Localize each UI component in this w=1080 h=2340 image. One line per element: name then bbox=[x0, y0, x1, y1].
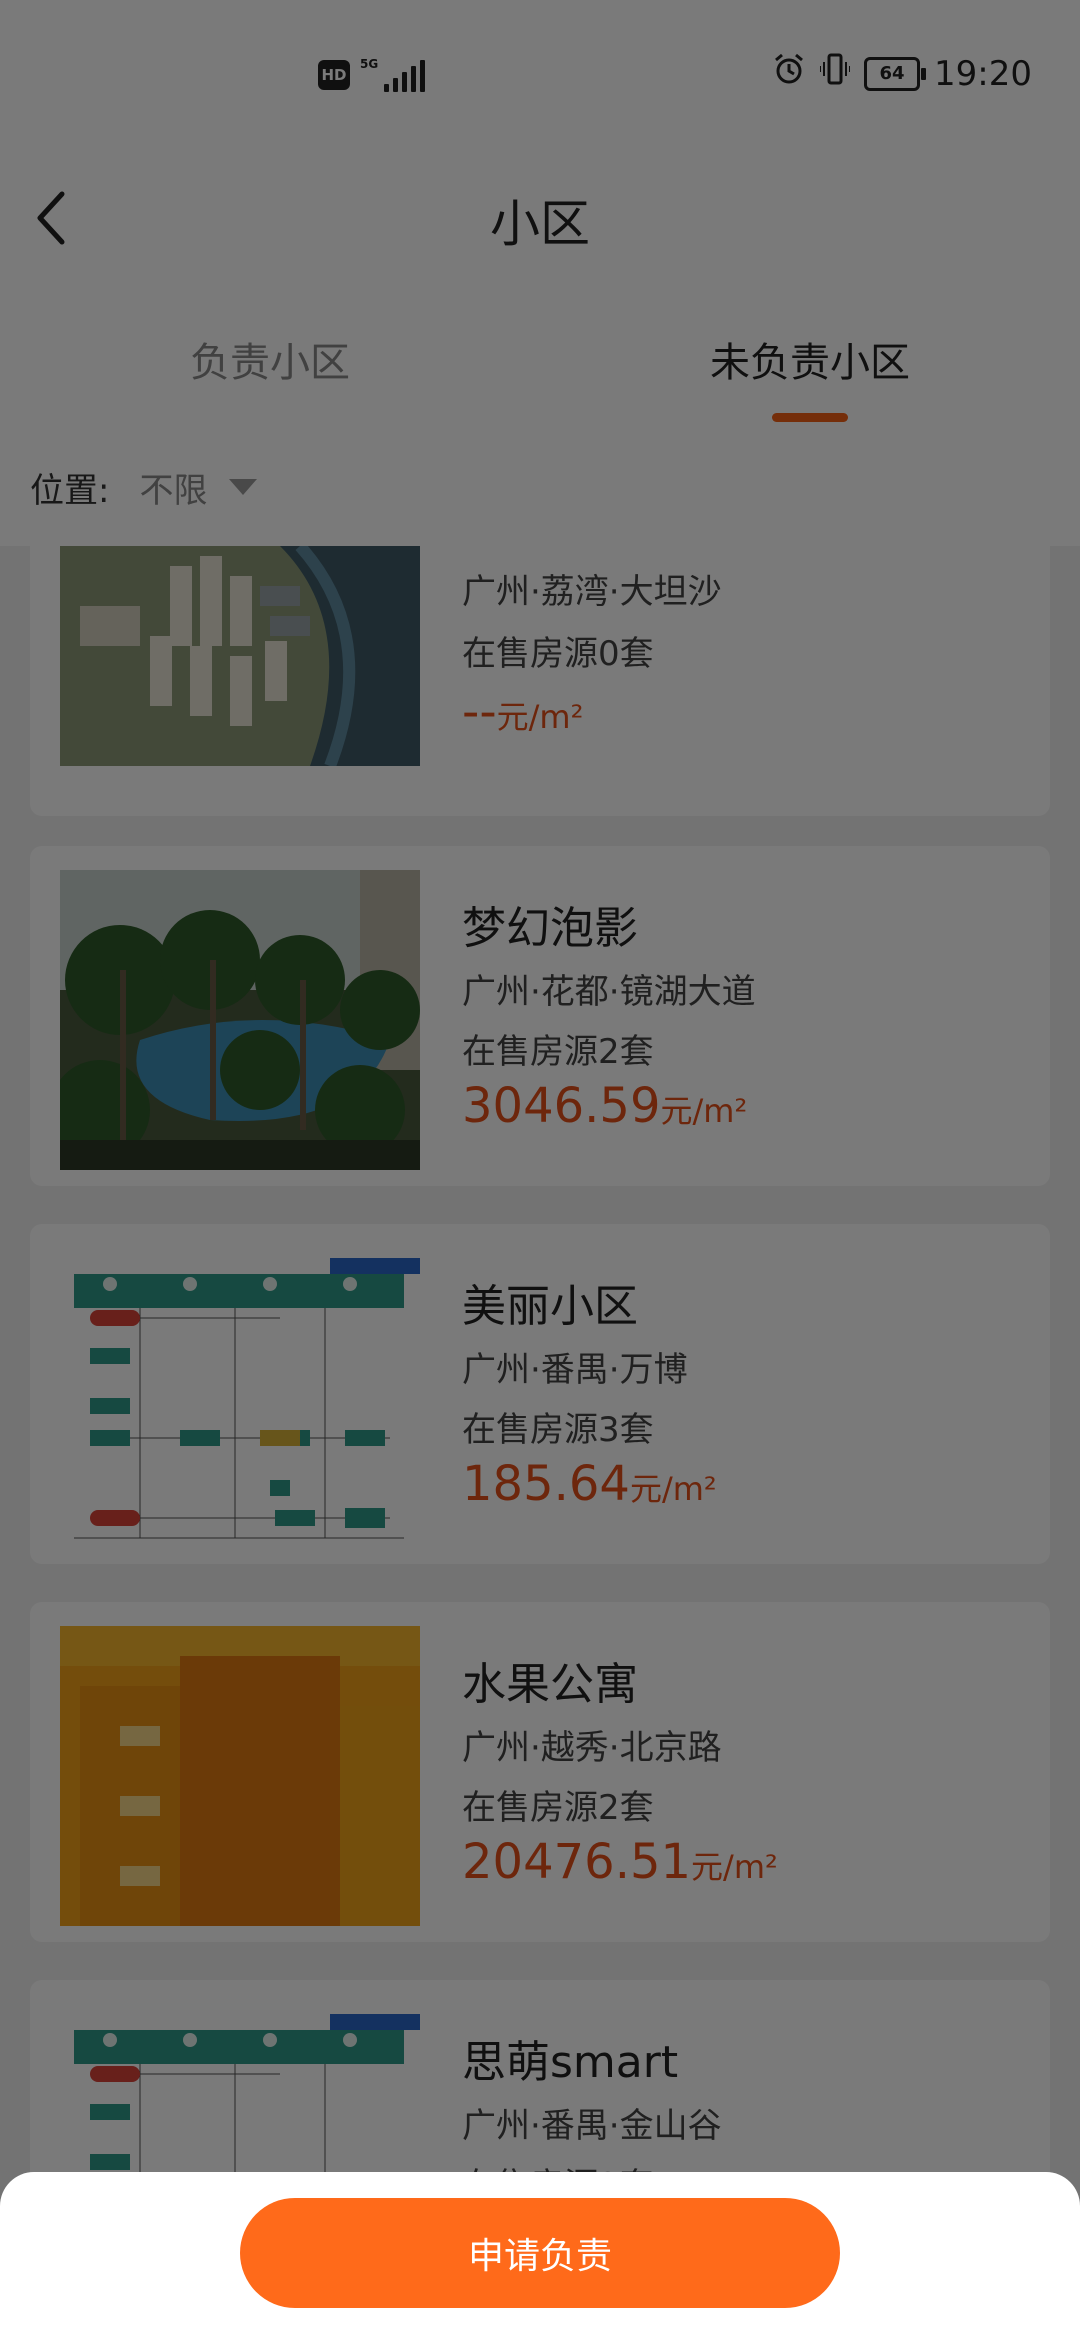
community-card[interactable]: 梦幻泡影 广州·花都·镜湖大道 在售房源2套 3046.59元/m² bbox=[30, 846, 1050, 1186]
vibrate-icon bbox=[819, 52, 852, 95]
tab-managed-communities[interactable]: 负责小区 bbox=[0, 280, 540, 428]
header-bar: 小区 bbox=[0, 150, 1080, 280]
location-filter[interactable]: 位置: 不限 bbox=[0, 428, 1080, 546]
community-price: --元/m² bbox=[462, 684, 584, 740]
community-price: 3046.59元/m² bbox=[462, 1078, 748, 1134]
community-name: 梦幻泡影 bbox=[462, 903, 638, 954]
community-photo bbox=[60, 1626, 420, 1926]
apply-responsibility-button[interactable]: 申请负责 bbox=[240, 2198, 840, 2308]
filter-value[interactable]: 不限 bbox=[139, 463, 207, 512]
community-location: 广州·荔湾·大坦沙 bbox=[462, 572, 722, 612]
community-photo bbox=[60, 1248, 420, 1548]
community-card[interactable]: 水果公寓 广州·越秀·北京路 在售房源2套 20476.51元/m² bbox=[30, 1602, 1050, 1942]
listing-count: 在售房源2套 bbox=[462, 1788, 654, 1828]
community-card[interactable]: 思萌smart 广州·番禺·金山谷 在售房源2套 bbox=[30, 1980, 1050, 2176]
community-location: 广州·花都·镜湖大道 bbox=[462, 972, 756, 1012]
status-bar: HD 5G 64 19:20 bbox=[0, 0, 1080, 150]
tab-unmanaged-communities[interactable]: 未负责小区 bbox=[540, 280, 1080, 428]
bottom-sheet: 申请负责 bbox=[0, 2172, 1080, 2340]
community-location: 广州·越秀·北京路 bbox=[462, 1728, 722, 1768]
community-price: 185.64元/m² bbox=[462, 1456, 717, 1512]
dropdown-arrow-icon[interactable] bbox=[229, 479, 258, 495]
community-photo bbox=[60, 870, 420, 1170]
community-photo bbox=[60, 2004, 420, 2176]
community-location: 广州·番禺·金山谷 bbox=[462, 2106, 722, 2146]
community-card[interactable]: 广州·荔湾·大坦沙 在售房源0套 --元/m² bbox=[30, 546, 1050, 816]
community-name: 思萌smart bbox=[462, 2037, 679, 2088]
status-right: 64 19:20 bbox=[772, 52, 1032, 95]
hd-icon: HD bbox=[318, 60, 350, 90]
signal-icon: 5G bbox=[360, 58, 426, 92]
community-name: 美丽小区 bbox=[462, 1281, 638, 1332]
community-photo bbox=[60, 546, 420, 766]
community-list: 广州·荔湾·大坦沙 在售房源0套 --元/m² 梦幻泡影 广州·花都·镜湖大道 … bbox=[0, 546, 1080, 2176]
listing-count: 在售房源2套 bbox=[462, 1032, 654, 1072]
network-indicators: HD 5G bbox=[318, 58, 426, 92]
filter-label: 位置: bbox=[30, 470, 110, 511]
alarm-icon bbox=[772, 52, 806, 95]
tab-bar: 负责小区 未负责小区 bbox=[0, 280, 1080, 428]
battery-icon: 64 bbox=[864, 56, 927, 91]
listing-count: 在售房源0套 bbox=[462, 634, 654, 674]
listing-count: 在售房源3套 bbox=[462, 1410, 654, 1450]
community-price: 20476.51元/m² bbox=[462, 1834, 778, 1890]
clock: 19:20 bbox=[934, 53, 1032, 94]
community-name: 水果公寓 bbox=[462, 1659, 638, 1710]
page-title: 小区 bbox=[490, 195, 590, 253]
community-card[interactable]: 美丽小区 广州·番禺·万博 在售房源3套 185.64元/m² bbox=[30, 1224, 1050, 1564]
community-location: 广州·番禺·万博 bbox=[462, 1350, 688, 1390]
